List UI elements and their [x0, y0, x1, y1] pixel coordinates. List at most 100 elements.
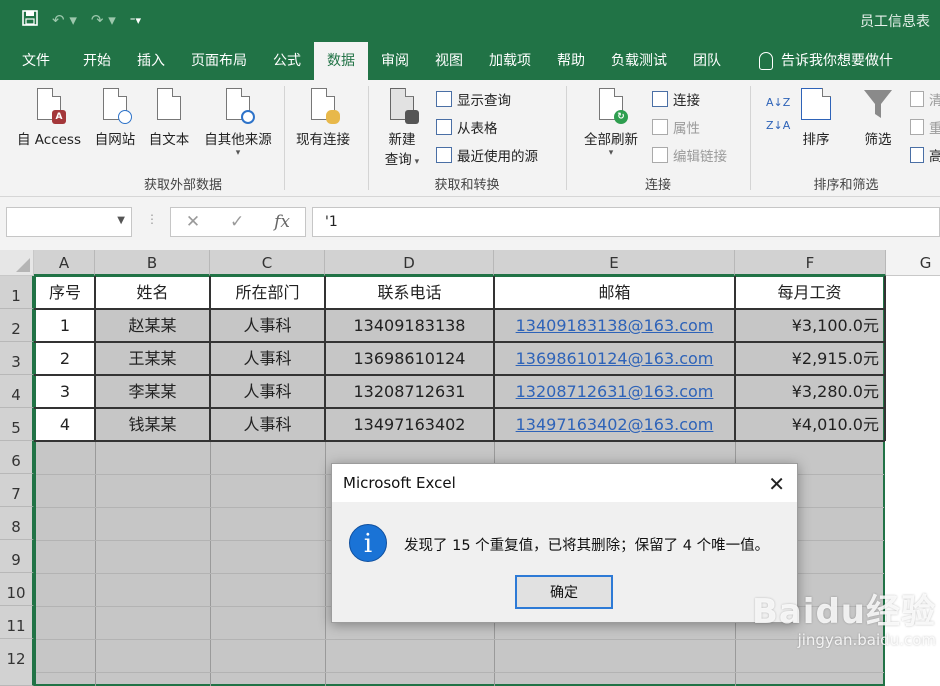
- ok-button[interactable]: 确定: [515, 575, 613, 609]
- redo-icon[interactable]: ↷ ▾: [91, 11, 116, 29]
- from-other-sources-button[interactable]: 自其他来源 ▾: [198, 88, 278, 158]
- row-header[interactable]: 9: [0, 540, 34, 573]
- tab-help[interactable]: 帮助: [544, 42, 598, 80]
- cell-phone[interactable]: 13497163402: [326, 409, 493, 440]
- cell-phone[interactable]: 13409183138: [326, 310, 493, 341]
- column-header-d[interactable]: D: [325, 250, 494, 276]
- cell-salary[interactable]: ¥4,010.0元: [736, 409, 883, 440]
- row-header[interactable]: 11: [0, 606, 34, 639]
- row-header[interactable]: 1: [0, 276, 34, 309]
- cell-salary[interactable]: ¥3,100.0元: [736, 310, 883, 341]
- cell-email-link[interactable]: 13698610124@163.com: [495, 343, 734, 374]
- from-web-button[interactable]: 自网站: [90, 88, 140, 148]
- cell-email-link[interactable]: 13208712631@163.com: [495, 376, 734, 407]
- tab-home[interactable]: 开始: [63, 42, 124, 80]
- tell-me-box[interactable]: 告诉我你想要做什: [746, 42, 906, 80]
- cell-dept[interactable]: 人事科: [211, 376, 324, 407]
- cell-name[interactable]: 王某某: [96, 343, 209, 374]
- tab-view[interactable]: 视图: [422, 42, 476, 80]
- row-header[interactable]: 4: [0, 375, 34, 408]
- header-cell[interactable]: 联系电话: [326, 277, 493, 308]
- cell-id[interactable]: 1: [36, 310, 94, 341]
- row-header[interactable]: 3: [0, 342, 34, 375]
- cell-id[interactable]: 3: [36, 376, 94, 407]
- cell-dept[interactable]: 人事科: [211, 310, 324, 341]
- cell-email-link[interactable]: 13409183138@163.com: [495, 310, 734, 341]
- cell-dept[interactable]: 人事科: [211, 343, 324, 374]
- header-cell[interactable]: 姓名: [96, 277, 209, 308]
- group-label-external: 获取外部数据: [143, 178, 222, 193]
- advanced-filter-button[interactable]: 高: [910, 145, 940, 165]
- column-header-f[interactable]: F: [735, 250, 886, 276]
- chevron-down-icon[interactable]: ▼: [117, 215, 125, 226]
- cell-dept[interactable]: 人事科: [211, 409, 324, 440]
- tab-addins[interactable]: 加载项: [476, 42, 544, 80]
- row-header[interactable]: 6: [0, 441, 34, 474]
- tab-load-test[interactable]: 负载测试: [598, 42, 680, 80]
- tab-file[interactable]: 文件: [0, 42, 63, 80]
- row-header[interactable]: 8: [0, 507, 34, 540]
- sort-button[interactable]: 排序: [796, 88, 836, 148]
- cell-name[interactable]: 赵某某: [96, 310, 209, 341]
- new-query-button[interactable]: 新建 查询 ▾: [380, 88, 424, 168]
- properties-button[interactable]: 属性: [652, 117, 700, 137]
- row-header[interactable]: 7: [0, 474, 34, 507]
- show-queries-button[interactable]: 显示查询: [436, 89, 511, 109]
- watermark-url: jingyan.baidu.com: [797, 631, 936, 649]
- cell-id[interactable]: 4: [36, 409, 94, 440]
- tab-team[interactable]: 团队: [680, 42, 734, 80]
- drag-handle-icon[interactable]: ⋮: [146, 212, 158, 226]
- row-header[interactable]: 12: [0, 639, 34, 686]
- edit-links-button[interactable]: 编辑链接: [652, 145, 727, 165]
- refresh-all-button[interactable]: ↻ 全部刷新 ▾: [578, 88, 644, 158]
- from-access-button[interactable]: A 自 Access: [14, 88, 84, 148]
- header-cell[interactable]: 所在部门: [211, 277, 324, 308]
- column-header-a[interactable]: A: [34, 250, 95, 276]
- tab-insert[interactable]: 插入: [124, 42, 178, 80]
- close-icon[interactable]: ✕: [768, 472, 785, 496]
- from-table-button[interactable]: 从表格: [436, 117, 498, 137]
- undo-icon[interactable]: ↶ ▾: [52, 11, 77, 29]
- cell-phone[interactable]: 13698610124: [326, 343, 493, 374]
- select-all-corner[interactable]: [0, 250, 34, 276]
- cell-name[interactable]: 钱某某: [96, 409, 209, 440]
- tab-review[interactable]: 审阅: [368, 42, 422, 80]
- header-cell[interactable]: 每月工资: [736, 277, 883, 308]
- tab-formulas[interactable]: 公式: [260, 42, 314, 80]
- row-header[interactable]: 10: [0, 573, 34, 606]
- cell-name[interactable]: 李某某: [96, 376, 209, 407]
- sort-az-button[interactable]: A↓Z Z↓A: [766, 96, 790, 132]
- existing-connections-button[interactable]: 现有连接: [290, 88, 356, 148]
- filter-button[interactable]: 筛选: [858, 88, 898, 148]
- name-box[interactable]: ▼: [6, 207, 132, 237]
- reapply-button[interactable]: 重: [910, 117, 940, 137]
- column-header-g[interactable]: G: [886, 250, 940, 276]
- cell-phone[interactable]: 13208712631: [326, 376, 493, 407]
- row-header[interactable]: 2: [0, 309, 34, 342]
- cell-salary[interactable]: ¥2,915.0元: [736, 343, 883, 374]
- cancel-icon[interactable]: ✕: [186, 212, 200, 232]
- cell-email-link[interactable]: 13497163402@163.com: [495, 409, 734, 440]
- save-icon[interactable]: [22, 10, 38, 30]
- insert-function-icon[interactable]: fx: [274, 212, 290, 232]
- cell-id[interactable]: 2: [36, 343, 94, 374]
- advanced-filter-icon: [910, 147, 924, 163]
- customize-icon[interactable]: ⁼▾: [130, 14, 141, 27]
- row-header[interactable]: 5: [0, 408, 34, 441]
- recent-sources-button[interactable]: 最近使用的源: [436, 145, 538, 165]
- header-cell[interactable]: 序号: [36, 277, 94, 308]
- cell-salary[interactable]: ¥3,280.0元: [736, 376, 883, 407]
- column-header-c[interactable]: C: [210, 250, 325, 276]
- formula-input[interactable]: '1: [312, 207, 940, 237]
- title-bar: ↶ ▾ ↷ ▾ ⁼▾ 员工信息表: [0, 0, 940, 42]
- tab-data[interactable]: 数据: [314, 42, 368, 80]
- connections-button[interactable]: 连接: [652, 89, 700, 109]
- clear-filter-button[interactable]: 清: [910, 89, 940, 109]
- check-icon[interactable]: ✓: [230, 212, 244, 232]
- from-text-button[interactable]: 自文本: [144, 88, 194, 148]
- column-header-e[interactable]: E: [494, 250, 735, 276]
- header-cell[interactable]: 邮箱: [495, 277, 734, 308]
- group-get-transform: 新建 查询 ▾ 显示查询 从表格 最近使用的源 获取和转换: [370, 80, 564, 197]
- tab-page-layout[interactable]: 页面布局: [178, 42, 260, 80]
- column-header-b[interactable]: B: [95, 250, 210, 276]
